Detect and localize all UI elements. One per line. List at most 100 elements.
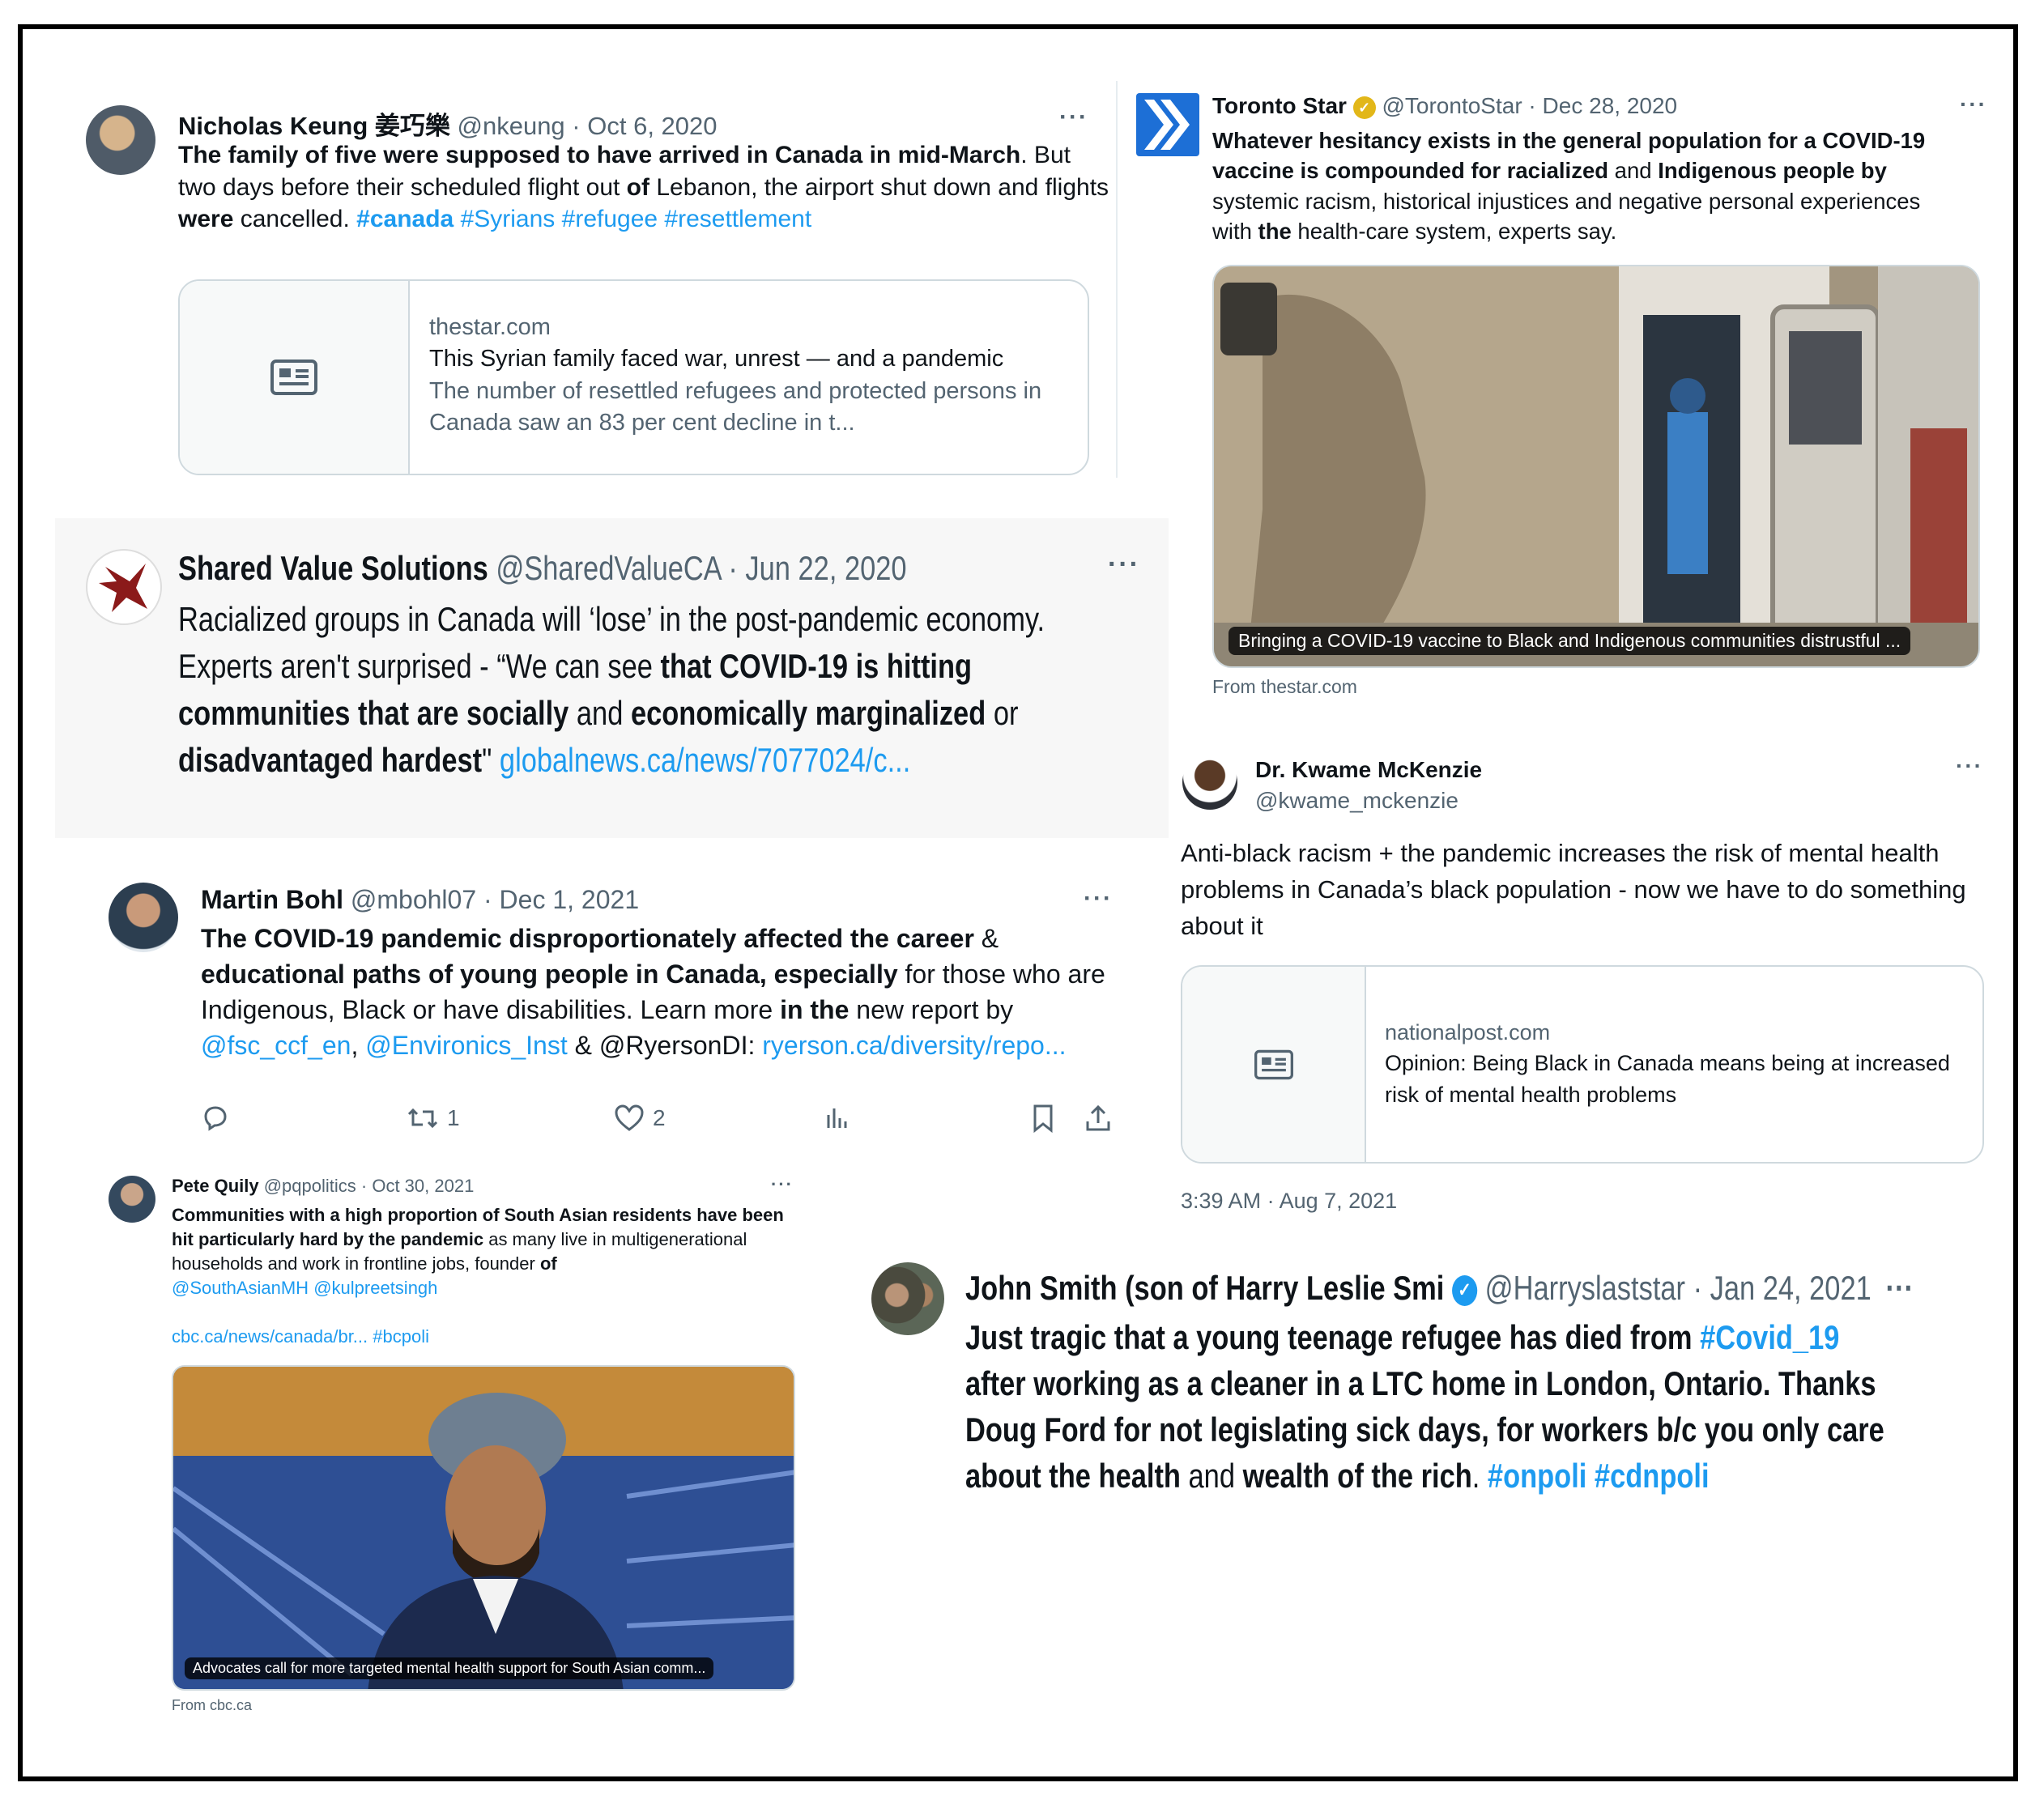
hashtag-link[interactable]: #Syrians: [461, 206, 556, 232]
tweet-shared-value[interactable]: Shared Value Solutions @SharedValueCA · …: [55, 518, 1169, 838]
more-options-icon[interactable]: ···: [1886, 1269, 1914, 1307]
user-handle[interactable]: @mbohl07: [351, 885, 476, 914]
article-link[interactable]: globalnews.ca/news/7077024/c...: [500, 741, 910, 779]
user-name[interactable]: Shared Value Solutions: [178, 549, 488, 587]
user-name[interactable]: Nicholas Keung 姜巧樂: [178, 112, 450, 140]
reply-button[interactable]: [201, 1104, 230, 1133]
user-handle[interactable]: @SharedValueCA: [496, 549, 720, 587]
hashtag-link[interactable]: #bcpoli: [373, 1326, 429, 1347]
hashtag-link[interactable]: #onpoli: [1488, 1457, 1586, 1495]
user-name[interactable]: Toronto Star: [1212, 93, 1347, 118]
article-link[interactable]: cbc.ca/news/canada/br...: [172, 1326, 368, 1347]
more-options-icon[interactable]: ···: [1084, 885, 1113, 913]
user-handle[interactable]: @kwame_mckenzie: [1255, 785, 1482, 816]
tweet-date[interactable]: Dec 28, 2020: [1543, 93, 1678, 118]
retweet-icon: [407, 1108, 438, 1129]
report-link[interactable]: ryerson.ca/diversity/repo...: [762, 1031, 1066, 1060]
views-button[interactable]: [823, 1104, 852, 1133]
more-options-icon[interactable]: ···: [1108, 549, 1140, 581]
tweet-text: Just tragic that a young teenage refugee…: [965, 1318, 1884, 1496]
link-title: Opinion: Being Black in Canada means bei…: [1385, 1051, 1950, 1107]
tweet-date[interactable]: Dec 1, 2021: [500, 885, 640, 914]
avatar[interactable]: [1182, 755, 1237, 810]
media-caption: Bringing a COVID-19 vaccine to Black and…: [1229, 627, 1911, 655]
user-name[interactable]: Martin Bohl: [201, 885, 343, 914]
tweet-header: Dr. Kwame McKenzie @kwame_mckenzie: [1255, 755, 1482, 816]
like-button[interactable]: 2: [614, 1104, 666, 1133]
separator: ·: [476, 885, 500, 914]
hashtag-link[interactable]: #refugee: [562, 206, 658, 232]
mention-link[interactable]: @Environics_Inst: [365, 1031, 567, 1060]
tweet-date[interactable]: Oct 6, 2020: [587, 112, 717, 140]
link-preview-card[interactable]: thestar.com This Syrian family faced war…: [178, 279, 1089, 475]
avatar[interactable]: [109, 1176, 155, 1223]
tweet-text: Racialized groups in Canada will ‘lose’ …: [178, 600, 1045, 779]
media-source[interactable]: From cbc.ca: [172, 1697, 252, 1714]
user-name[interactable]: John Smith (son of Harry Leslie Smi: [965, 1269, 1444, 1307]
link-title: This Syrian family faced war, unrest — a…: [429, 346, 1004, 372]
link-description: The number of resettled refugees and pro…: [429, 377, 1042, 436]
tweet-bohl[interactable]: Martin Bohl @mbohl07 · Dec 1, 2021 ··· T…: [105, 879, 1134, 1154]
user-name[interactable]: Pete Quily: [172, 1176, 259, 1196]
mention-link[interactable]: @fsc_ccf_en: [201, 1031, 351, 1060]
user-handle[interactable]: @TorontoStar: [1382, 93, 1522, 118]
hashtag-link[interactable]: #resettlement: [664, 206, 811, 232]
mention-link[interactable]: @kulpreetsingh: [313, 1278, 437, 1298]
tweet-text: Communities with a high proportion of So…: [172, 1205, 784, 1347]
shared-value-logo[interactable]: [86, 549, 162, 625]
tweet-text: Anti-black racism + the pandemic increas…: [1181, 839, 1966, 940]
like-count: 2: [653, 1105, 666, 1130]
separator: ·: [720, 549, 746, 587]
tweet-quily[interactable]: Pete Quily @pqpolitics · Oct 30, 2021 ··…: [105, 1172, 818, 1723]
tweet-date[interactable]: Jun 22, 2020: [745, 549, 906, 587]
share-button[interactable]: [1084, 1104, 1113, 1133]
tweet-smith[interactable]: John Smith (son of Harry Leslie Smi ✓ @H…: [867, 1259, 1935, 1502]
link-domain: thestar.com: [429, 314, 551, 340]
more-options-icon[interactable]: ···: [1956, 753, 1983, 779]
tweet-media-image[interactable]: Advocates call for more targeted mental …: [172, 1365, 795, 1691]
user-handle[interactable]: @pqpolitics: [264, 1176, 356, 1196]
article-icon: [180, 281, 410, 474]
user-name[interactable]: Dr. Kwame McKenzie: [1255, 755, 1482, 785]
hashtag-link[interactable]: #cdnpoli: [1595, 1457, 1710, 1495]
hashtag-link[interactable]: #canada: [356, 206, 454, 232]
retweet-button[interactable]: 1: [407, 1104, 460, 1133]
tweet-mckenzie[interactable]: Dr. Kwame McKenzie @kwame_mckenzie ··· A…: [1178, 745, 1996, 1231]
user-handle[interactable]: @nkeung: [458, 112, 565, 140]
tweet-header: Pete Quily @pqpolitics · Oct 30, 2021: [172, 1176, 474, 1197]
user-handle[interactable]: @Harryslaststar: [1485, 1269, 1685, 1307]
link-preview-card[interactable]: nationalpost.com Opinion: Being Black in…: [1181, 965, 1984, 1164]
hashtag-link[interactable]: #Covid_19: [1700, 1318, 1839, 1356]
mention-link[interactable]: @SouthAsianMH: [172, 1278, 309, 1298]
avatar[interactable]: [86, 105, 155, 175]
media-caption: Advocates call for more targeted mental …: [185, 1657, 714, 1679]
tweet-text: Whatever hesitancy exists in the general…: [1212, 128, 1926, 245]
link-domain: nationalpost.com: [1385, 1020, 1551, 1045]
separator: ·: [1522, 93, 1543, 118]
more-options-icon[interactable]: ···: [1960, 91, 1987, 117]
tweet-timestamp[interactable]: 3:39 AM · Aug 7, 2021: [1181, 1189, 1397, 1214]
heart-icon: [615, 1104, 644, 1131]
tweet-media-image[interactable]: Bringing a COVID-19 vaccine to Black and…: [1212, 265, 1980, 668]
retweet-count: 1: [447, 1105, 460, 1130]
media-source[interactable]: From thestar.com: [1212, 676, 1357, 698]
tweet-date[interactable]: Oct 30, 2021: [372, 1176, 474, 1196]
separator: ·: [564, 112, 588, 140]
avatar[interactable]: [109, 883, 178, 952]
tweet-header: Martin Bohl @mbohl07 · Dec 1, 2021: [201, 885, 639, 915]
tweet-header: Nicholas Keung 姜巧樂 @nkeung · Oct 6, 2020: [178, 105, 718, 142]
bookmark-button[interactable]: [1030, 1104, 1056, 1133]
analytics-icon: [827, 1108, 847, 1128]
more-options-icon[interactable]: ···: [771, 1174, 794, 1195]
avatar[interactable]: [871, 1262, 944, 1335]
tweet-keung[interactable]: Nicholas Keung 姜巧樂 @nkeung · Oct 6, 2020…: [55, 81, 1118, 478]
tweet-text: The family of five were supposed to have…: [178, 142, 1109, 233]
verified-badge-icon: ✓: [1451, 1274, 1478, 1306]
separator: ·: [356, 1176, 373, 1196]
separator: ·: [1685, 1269, 1710, 1307]
more-options-icon[interactable]: ···: [1059, 104, 1088, 131]
tweet-toronto-star[interactable]: Toronto Star ✓ @TorontoStar · Dec 28, 20…: [1130, 77, 1996, 708]
tweet-date[interactable]: Jan 24, 2021: [1710, 1269, 1872, 1307]
toronto-star-logo[interactable]: [1136, 93, 1199, 156]
bookmark-icon: [1033, 1104, 1053, 1133]
